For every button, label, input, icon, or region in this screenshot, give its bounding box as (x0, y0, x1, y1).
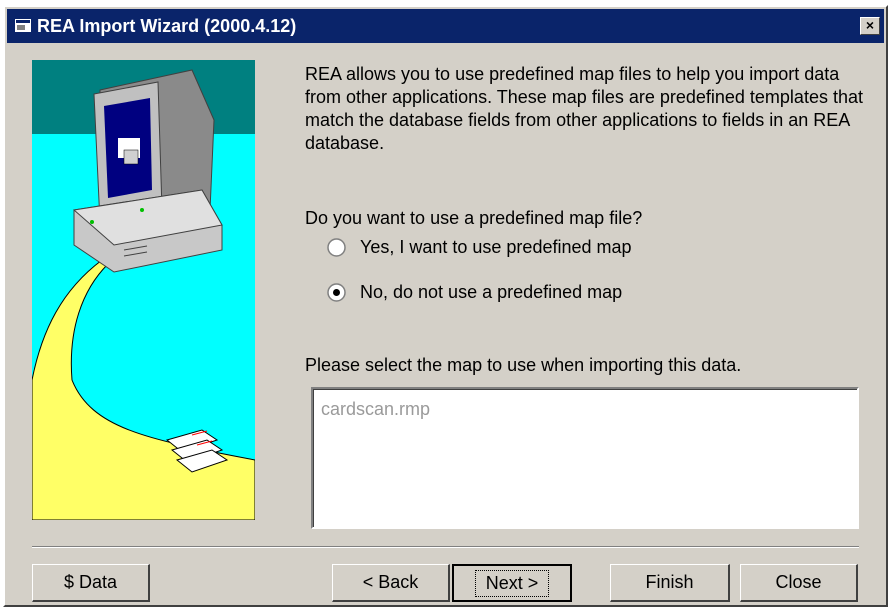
data-button-label: $ Data (63, 572, 118, 592)
radio-no-map-label: No, do not use a predefined map (360, 281, 623, 302)
back-button-label: < Back (362, 572, 419, 592)
app-icon (15, 19, 31, 32)
radio-no-map[interactable]: No, do not use a predefined map (327, 279, 622, 305)
import-wizard-window: REA Import Wizard (2000.4.12) × REA allo… (3, 5, 888, 607)
intro-text: REA allows you to use predefined map fil… (305, 64, 863, 153)
window-title: REA Import Wizard (2000.4.12) (37, 16, 297, 36)
next-button-label: Next > (474, 569, 550, 597)
back-button[interactable]: < Back (332, 564, 450, 602)
separator (32, 546, 859, 548)
map-listbox[interactable]: cardscan.rmp (311, 387, 859, 529)
finish-button-label: Finish (645, 572, 694, 592)
radio-unchecked-icon[interactable] (327, 237, 346, 257)
map-select-label: Please select the map to use when import… (305, 355, 742, 375)
radio-checked-icon[interactable] (327, 282, 346, 302)
computer-illustration (32, 60, 255, 520)
radio-use-map-label: Yes, I want to use predefined map (360, 236, 632, 257)
radio-use-map[interactable]: Yes, I want to use predefined map (327, 234, 632, 260)
close-button-label: Close (775, 572, 822, 592)
list-item[interactable]: cardscan.rmp (321, 399, 430, 420)
close-button[interactable]: Close (740, 564, 858, 602)
finish-button[interactable]: Finish (610, 564, 730, 602)
title-bar[interactable]: REA Import Wizard (2000.4.12) × (7, 9, 884, 43)
next-button[interactable]: Next > (452, 564, 572, 602)
data-button[interactable]: $ Data (32, 564, 150, 602)
question-label: Do you want to use a predefined map file… (305, 208, 643, 228)
close-icon: × (865, 17, 875, 33)
close-window-button[interactable]: × (860, 17, 880, 35)
